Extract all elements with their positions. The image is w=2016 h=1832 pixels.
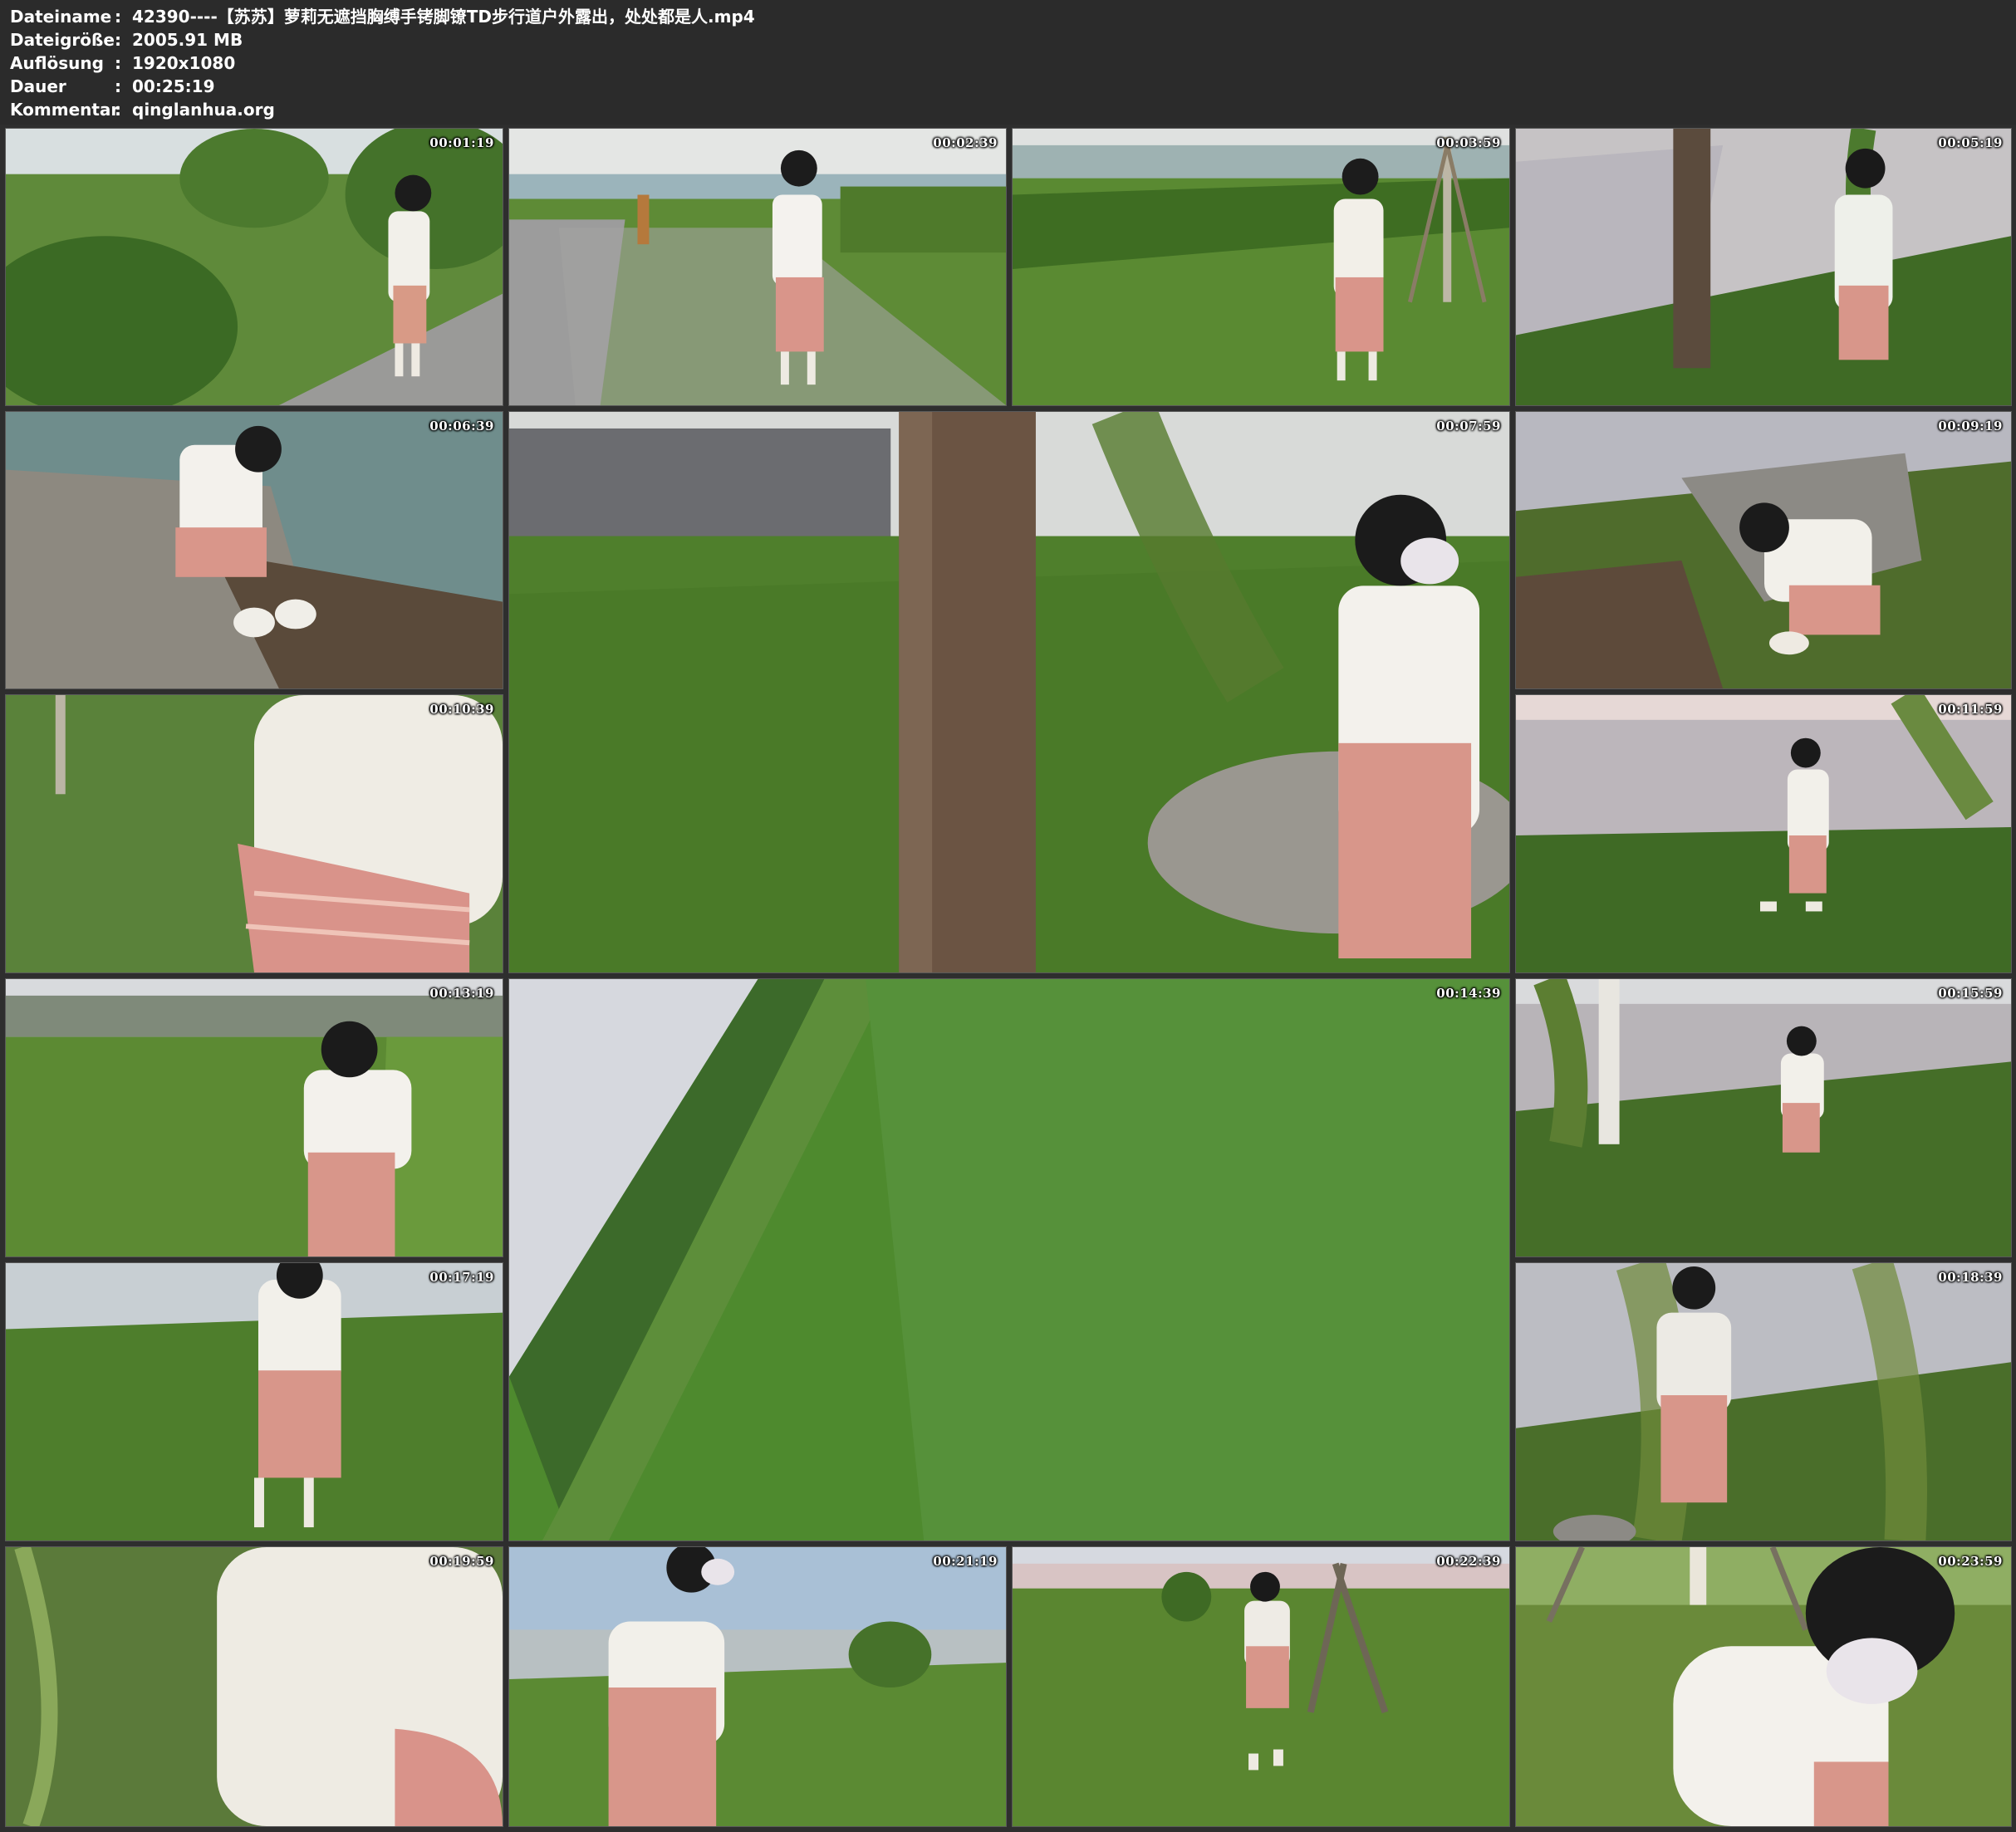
- thumbnail-frame: 00:18:39: [1515, 1262, 2012, 1541]
- scene-tilted-slope: [509, 979, 1509, 1541]
- scene-closeup-face: [1516, 1547, 2011, 1826]
- thumbnail-frame: 00:02:39: [508, 128, 1007, 406]
- meta-key: Dateiname: [10, 7, 112, 27]
- scene-willow-branches: [1516, 1263, 2011, 1541]
- scene-sunset-lawn: [1013, 1547, 1509, 1826]
- meta-value: 1920x1080: [132, 53, 236, 73]
- thumbnail-frame: 00:17:19: [5, 1262, 503, 1541]
- timestamp-label: 00:23:59: [1938, 1554, 2003, 1569]
- thumbnail-frame: 00:07:59: [508, 411, 1510, 973]
- timestamp-label: 00:02:39: [933, 135, 998, 150]
- scene-park-sky: [509, 1547, 1006, 1826]
- scene-field-back: [6, 979, 503, 1256]
- timestamp-label: 00:22:39: [1436, 1554, 1501, 1569]
- scene-walkway: [509, 129, 1006, 405]
- thumbnail-frame: 00:01:19: [5, 128, 503, 406]
- meta-key: Auflösung: [10, 53, 104, 73]
- scene-crouch-rock: [1516, 412, 2011, 688]
- timestamp-label: 00:21:19: [933, 1554, 998, 1569]
- scene-closeup-sweater: [6, 1547, 503, 1826]
- timestamp-label: 00:09:19: [1938, 419, 2003, 434]
- thumbnail-frame: 00:15:59: [1515, 978, 2012, 1257]
- thumbnail-frame: 00:22:39: [1012, 1546, 1510, 1827]
- scene-closeup-back: [6, 695, 503, 972]
- timestamp-label: 00:07:59: [1436, 419, 1501, 434]
- timestamp-label: 00:13:19: [429, 986, 494, 1001]
- meta-value: 42390----【苏苏】萝莉无遮挡胸缚手铐脚镣TD步行道户外露出，处处都是人.…: [132, 7, 755, 27]
- scene-lakeside-tree: [1516, 129, 2011, 405]
- timestamp-label: 00:03:59: [1436, 135, 1501, 150]
- meta-separator: :: [115, 100, 121, 120]
- meta-key: Dauer: [10, 76, 66, 96]
- meta-key: Dateigröße: [10, 30, 115, 50]
- thumbnail-frame: 00:13:19: [5, 978, 503, 1257]
- file-info-header: Dateiname : 42390----【苏苏】萝莉无遮挡胸缚手铐脚镣TD步行…: [0, 0, 2016, 125]
- scene-tree-trunk-lawn: [509, 412, 1509, 972]
- scene-rock-water: [6, 412, 503, 688]
- meta-separator: :: [115, 30, 121, 50]
- timestamp-label: 00:01:19: [429, 135, 494, 150]
- scene-lawn-trees: [1013, 129, 1509, 405]
- thumbnail-frame: 00:14:39: [508, 978, 1510, 1541]
- timestamp-label: 00:06:39: [429, 419, 494, 434]
- thumbnail-frame: 00:06:39: [5, 411, 503, 689]
- meta-separator: :: [115, 76, 121, 96]
- thumbnail-frame: 00:11:59: [1515, 694, 2012, 973]
- thumbnail-frame: 00:09:19: [1515, 411, 2012, 689]
- meta-key: Kommentar: [10, 100, 120, 120]
- timestamp-label: 00:15:59: [1938, 986, 2003, 1001]
- thumbnail-grid: 00:01:19 00:02:39 00:03:59 00:05:19 00:0…: [0, 125, 2016, 1832]
- scene-park-path: [6, 129, 503, 405]
- meta-separator: :: [115, 7, 121, 27]
- timestamp-label: 00:14:39: [1436, 986, 1501, 1001]
- thumbnail-frame: 00:21:19: [508, 1546, 1007, 1827]
- timestamp-label: 00:17:19: [429, 1270, 494, 1285]
- scene-grass-lake: [6, 1263, 503, 1541]
- meta-value: 2005.91 MB: [132, 30, 243, 50]
- timestamp-label: 00:19:59: [429, 1554, 494, 1569]
- thumbnail-frame: 00:19:59: [5, 1546, 503, 1827]
- thumbnail-frame: 00:03:59: [1012, 128, 1510, 406]
- thumbnail-frame: 00:10:39: [5, 694, 503, 973]
- thumbnail-frame: 00:05:19: [1515, 128, 2012, 406]
- timestamp-label: 00:18:39: [1938, 1270, 2003, 1285]
- scene-lakeshore-walk: [1516, 695, 2011, 972]
- timestamp-label: 00:10:39: [429, 702, 494, 717]
- thumbnail-frame: 00:23:59: [1515, 1546, 2012, 1827]
- scene-lakeside-willow: [1516, 979, 2011, 1256]
- meta-value: 00:25:19: [132, 76, 215, 96]
- meta-value: qinglanhua.org: [132, 100, 275, 120]
- meta-separator: :: [115, 53, 121, 73]
- timestamp-label: 00:11:59: [1938, 702, 2003, 717]
- timestamp-label: 00:05:19: [1938, 135, 2003, 150]
